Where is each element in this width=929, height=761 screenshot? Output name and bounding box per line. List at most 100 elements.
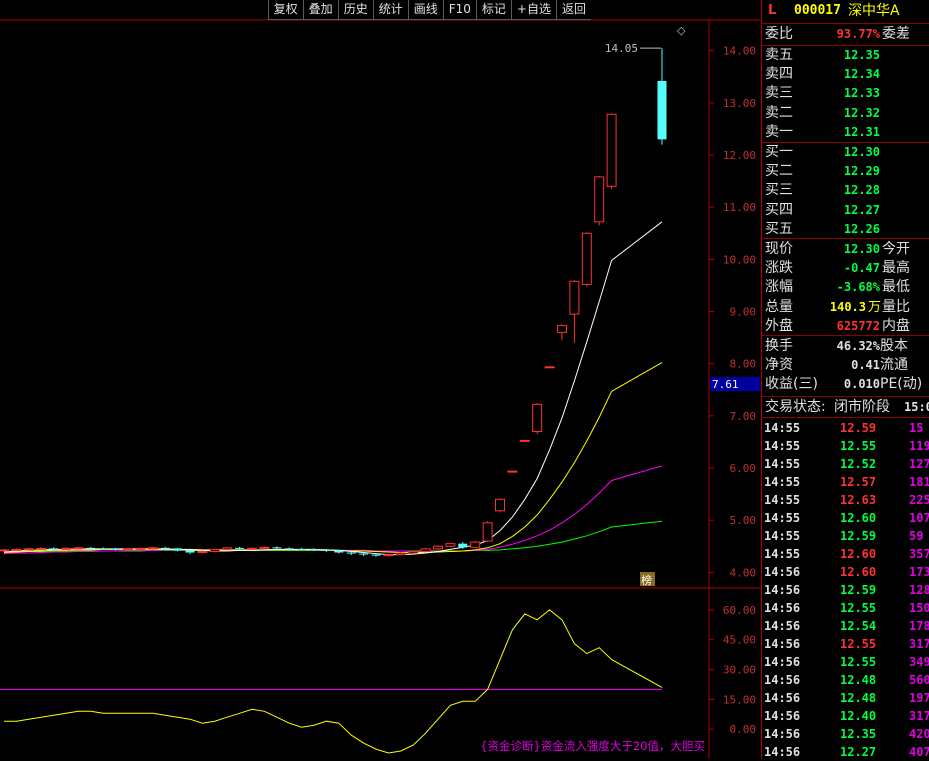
- tick-volume: 420: [909, 727, 929, 741]
- buy-order-label: 买二: [765, 163, 793, 180]
- tick-price: 12.55: [840, 439, 877, 453]
- tick-price: 12.63: [840, 493, 877, 507]
- quote-value: 625772: [836, 318, 880, 333]
- tick-time: 14:56: [764, 727, 801, 741]
- quote-label: 现价: [765, 241, 793, 257]
- toolbar-button-3[interactable]: 统计: [372, 0, 408, 20]
- tick-price: 12.40: [840, 709, 877, 723]
- candle-body: [594, 176, 605, 223]
- tick-volume: 181: [909, 475, 929, 489]
- stock-code[interactable]: 000017: [794, 0, 841, 22]
- candle-body: [569, 280, 580, 315]
- y-axis-label: 11.00: [723, 201, 756, 214]
- stock-header: L 000017 深中华A: [762, 0, 929, 22]
- rank-marker: 榜: [641, 573, 652, 587]
- fund-label: 换手: [765, 338, 793, 354]
- tick-volume: 197: [909, 691, 929, 705]
- tick-price: 12.59: [840, 421, 877, 435]
- tick-volume: 560: [909, 673, 929, 687]
- tick-price: 12.59: [840, 529, 877, 543]
- candle-body: [259, 546, 270, 549]
- sell-order-row: 卖五 12.35: [762, 46, 929, 65]
- sell-order-row: 卖四 12.34: [762, 65, 929, 84]
- tick-price: 12.59: [840, 583, 877, 597]
- candle-body: [507, 470, 518, 473]
- toolbar-button-2[interactable]: 历史: [337, 0, 373, 20]
- tick-price: 12.57: [840, 475, 877, 489]
- quote-label2: 今开: [882, 241, 910, 257]
- tick-volume: 15: [909, 421, 924, 435]
- tick-time: 14:56: [764, 565, 801, 579]
- y-axis-label: 14.00: [723, 45, 756, 58]
- tick-row: 14:55 12.59 59: [762, 527, 929, 545]
- buy-order-price: 12.28: [843, 183, 880, 198]
- tick-time: 14:56: [764, 583, 801, 597]
- buy-order-price: 12.29: [843, 164, 880, 179]
- sell-order-price: 12.32: [843, 105, 880, 120]
- buy-order-row: 买五 12.26: [762, 220, 929, 239]
- candle-body: [557, 325, 567, 333]
- toolbar-button-8[interactable]: 返回: [555, 0, 591, 20]
- tick-price: 12.48: [840, 673, 877, 687]
- tick-row: 14:55 12.63 225: [762, 491, 929, 509]
- candle-body: [147, 547, 158, 550]
- tick-volume: 150: [909, 601, 929, 615]
- tick-time: 14:55: [764, 511, 801, 525]
- candle-body: [49, 548, 59, 550]
- buy-order-label: 买五: [765, 220, 793, 237]
- candle-body: [247, 547, 257, 550]
- kline-chart[interactable]: 14.00 13.00 12.00 11.00 10.00 9.00 8.00 7.00 6.0…: [0, 0, 760, 759]
- tick-row: 14:56 12.55 349: [762, 653, 929, 671]
- tick-time: 14:56: [764, 655, 801, 669]
- candle-body: [61, 547, 71, 550]
- buy-order-label: 买一: [765, 144, 793, 160]
- candle-body: [73, 547, 84, 550]
- candle-body: [495, 498, 505, 512]
- quote-label: 外盘: [765, 317, 793, 334]
- candle-body: [23, 548, 34, 551]
- tick-price: 12.35: [840, 727, 877, 741]
- candle-body: [445, 543, 456, 547]
- y-axis-label: 9.00: [730, 306, 757, 319]
- y-axis-label: 7.00: [730, 410, 757, 423]
- tick-time: 14:56: [764, 745, 801, 759]
- sell-order-row: 卖三 12.33: [762, 84, 929, 103]
- candle-body: [173, 548, 183, 551]
- buy-order-label: 买四: [765, 201, 793, 218]
- candle-body: [395, 552, 406, 556]
- indicator-axis-label: 45.00: [723, 634, 756, 647]
- tick-row: 14:56 12.59 128: [762, 581, 929, 599]
- ma5-line: [3, 221, 663, 556]
- sell-order-label: 卖一: [765, 123, 793, 140]
- y-axis-label: 13.00: [723, 97, 756, 110]
- tick-volume: 59: [909, 529, 924, 543]
- buy-order-row: 买三 12.28: [762, 181, 929, 200]
- candle-body: [222, 547, 233, 550]
- tick-volume: 127: [909, 457, 929, 471]
- fund-label2: PE(动): [880, 376, 923, 393]
- toolbar-button-0[interactable]: 复权: [267, 0, 303, 20]
- buy-order-row: 买一 12.30: [762, 143, 929, 162]
- candle-body: [209, 548, 220, 552]
- stock-name[interactable]: 深中华A: [848, 0, 900, 22]
- toolbar-button-7[interactable]: +自选: [510, 0, 556, 20]
- kline-chart-area[interactable]: 14.00 13.00 12.00 11.00 10.00 9.00 8.00 7.00 6.0…: [0, 0, 760, 759]
- tick-price: 12.48: [840, 691, 877, 705]
- tick-price: 12.60: [840, 511, 877, 525]
- tick-row: 14:56 12.54 178: [762, 617, 929, 635]
- candle-body: [235, 547, 245, 549]
- weibi-row: 委比 93.77% 委差: [762, 25, 929, 44]
- fund-value: 46.32%: [836, 339, 880, 353]
- trade-status-row: 交易状态: 闭市阶段 15:0: [762, 398, 929, 417]
- toolbar-button-4[interactable]: 画线: [407, 0, 443, 20]
- toolbar-button-5[interactable]: F10: [442, 0, 476, 20]
- fund-label: 收益(三): [765, 376, 818, 393]
- y-axis-label: 12.00: [723, 149, 756, 162]
- stock-flag: L: [768, 3, 777, 18]
- tick-time: 14:55: [764, 421, 801, 435]
- sell-order-price: 12.34: [843, 67, 880, 82]
- quote-value: -0.47: [843, 261, 880, 276]
- tick-row: 14:56 12.40 317: [762, 707, 929, 725]
- toolbar-button-6[interactable]: 标记: [475, 0, 511, 20]
- toolbar-button-1[interactable]: 叠加: [302, 0, 338, 20]
